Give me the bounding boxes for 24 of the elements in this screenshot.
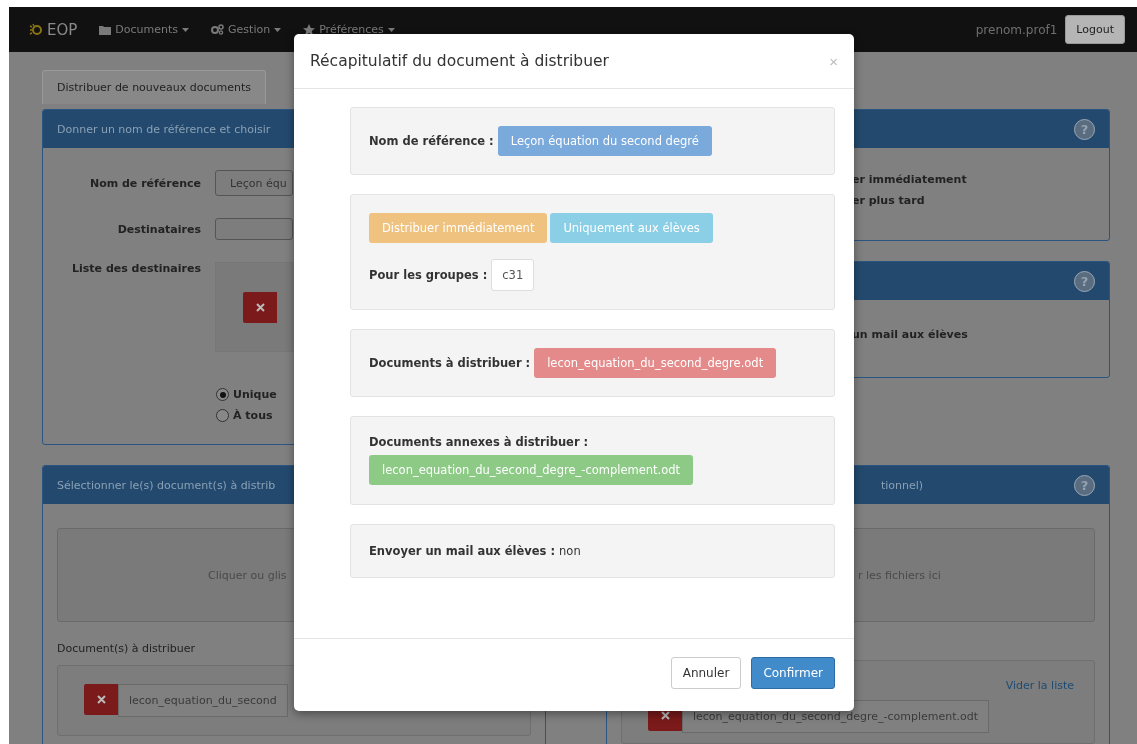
radio-label: À tous (233, 409, 273, 422)
section-label: Nom de référence : (369, 134, 494, 148)
summary-label: Distribuer immédiatement (369, 213, 548, 243)
summary-label: lecon_equation_du_second_degre.odt (534, 348, 777, 378)
field-label: Liste des destinaires (71, 262, 201, 275)
summary-label: Leçon équation du second degré (497, 126, 712, 156)
section-label: Documents à distribuer : (369, 356, 531, 370)
group-label: c31 (491, 259, 535, 291)
section-label: Documents annexes à distribuer : (369, 435, 589, 449)
summary-label: lecon_equation_du_second_degre_-complement.odt (369, 455, 694, 485)
field-label: Destinataires (116, 222, 201, 236)
summary-label: Uniquement aux élèves (550, 213, 713, 243)
panel-title: tionnel) (880, 478, 924, 492)
section-value: non (559, 544, 581, 558)
panel-title: Donner un nom de référence et choisir (57, 122, 271, 136)
field-label: Nom de référence (88, 176, 201, 190)
dialog-title: Récapitulatif du document à distribuer (310, 52, 609, 70)
file-name: lecon_equation_du_second (118, 684, 288, 717)
section-label: Envoyer un mail aux élèves : (369, 544, 556, 558)
radio-label: Unique (233, 388, 277, 401)
panel-title: Sélectionner le(s) document(s) à distrib (57, 478, 276, 492)
section-label: Pour les groupes : (369, 268, 488, 282)
username: prenom.prof1 (975, 22, 1058, 37)
list-label: Document(s) à distribuer (57, 642, 196, 655)
